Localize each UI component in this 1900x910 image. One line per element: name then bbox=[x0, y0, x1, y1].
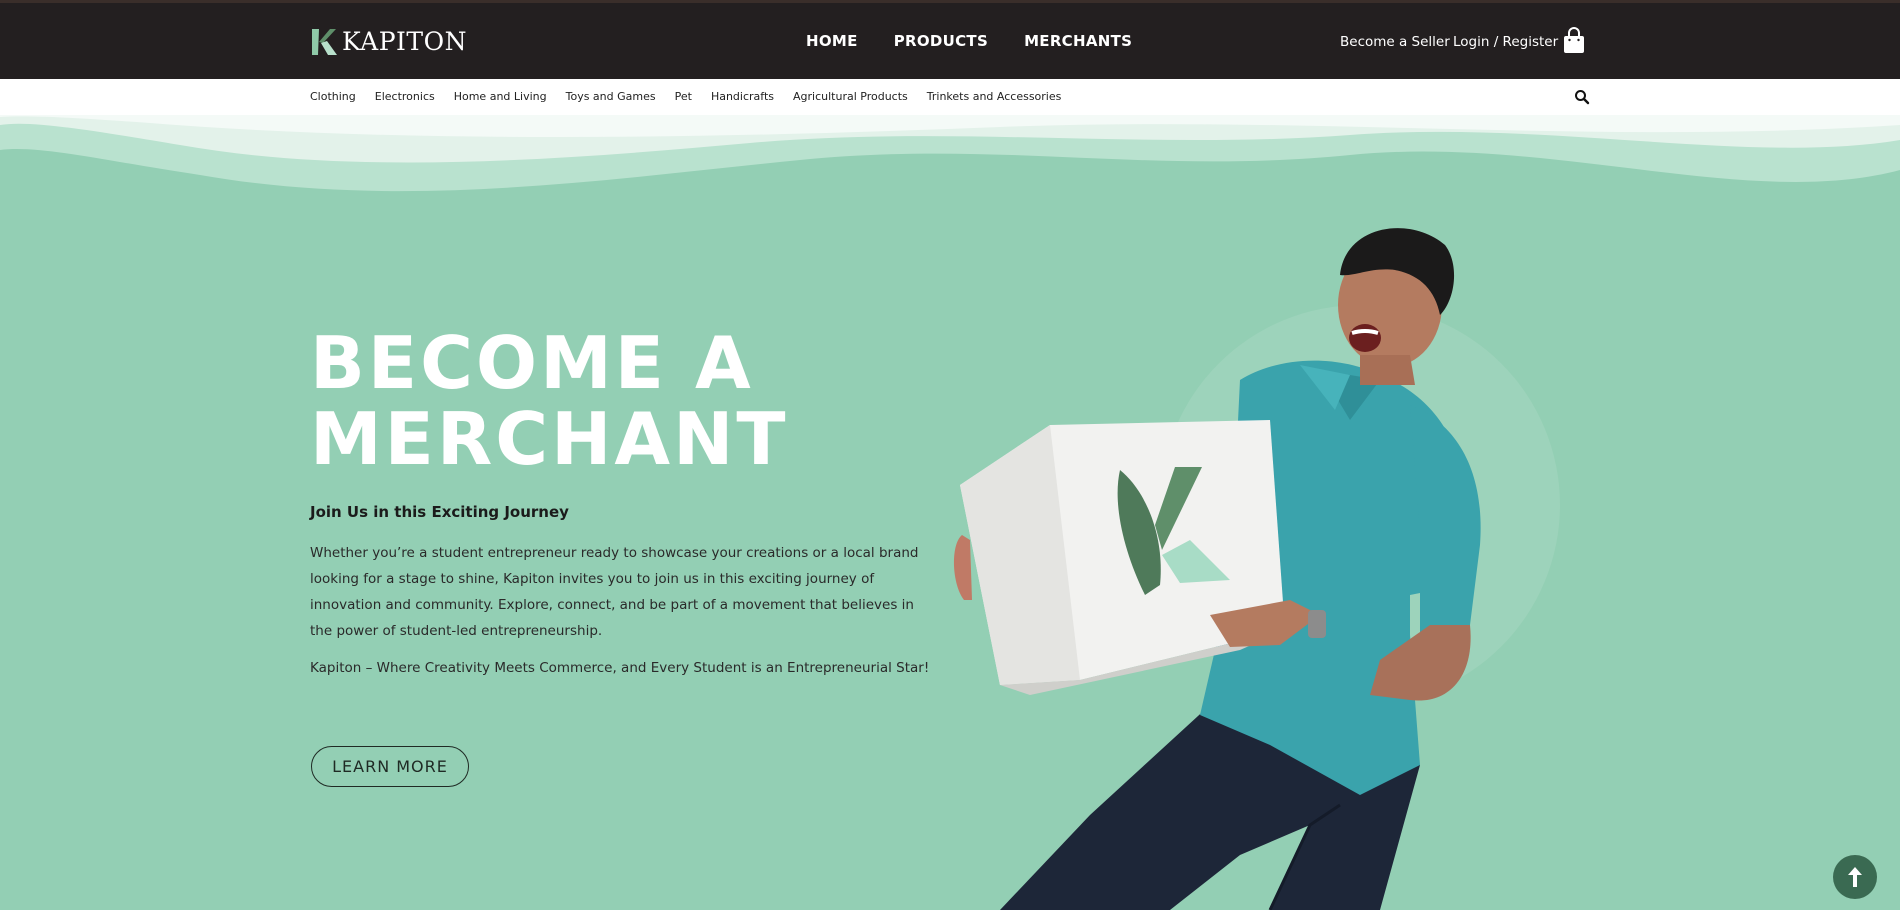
category-bar: Clothing Electronics Home and Living Toy… bbox=[0, 79, 1900, 115]
category-home-and-living[interactable]: Home and Living bbox=[454, 90, 547, 103]
kapiton-logo-icon bbox=[310, 27, 338, 57]
nav-merchants[interactable]: MERCHANTS bbox=[1024, 32, 1132, 50]
category-list: Clothing Electronics Home and Living Toy… bbox=[310, 90, 1080, 103]
shopping-bag-icon[interactable] bbox=[1563, 27, 1585, 54]
hero-title: BECOME A MERCHANT bbox=[310, 325, 870, 477]
merchant-hero-image bbox=[953, 228, 1560, 910]
main-navigation: HOME PRODUCTS MERCHANTS bbox=[806, 32, 1132, 50]
login-register-link[interactable]: Login / Register bbox=[1453, 34, 1558, 50]
become-seller-link[interactable]: Become a Seller bbox=[1340, 34, 1450, 50]
category-agricultural-products[interactable]: Agricultural Products bbox=[793, 90, 908, 103]
category-electronics[interactable]: Electronics bbox=[375, 90, 435, 103]
hero-tagline: Kapiton – Where Creativity Meets Commerc… bbox=[310, 660, 930, 676]
nav-products[interactable]: PRODUCTS bbox=[894, 32, 988, 50]
category-toys-and-games[interactable]: Toys and Games bbox=[566, 90, 656, 103]
category-clothing[interactable]: Clothing bbox=[310, 90, 356, 103]
category-pet[interactable]: Pet bbox=[675, 90, 692, 103]
category-trinkets-and-accessories[interactable]: Trinkets and Accessories bbox=[927, 90, 1062, 103]
category-handicrafts[interactable]: Handicrafts bbox=[711, 90, 774, 103]
hero-title-line-1: BECOME A bbox=[310, 321, 754, 405]
decorative-waves bbox=[0, 115, 1900, 192]
hero-subtitle: Join Us in this Exciting Journey bbox=[310, 503, 569, 521]
search-icon[interactable] bbox=[1574, 89, 1590, 105]
hero-title-line-2: MERCHANT bbox=[310, 397, 789, 481]
brand-logo[interactable]: KAPITON bbox=[310, 27, 467, 57]
arrow-up-icon bbox=[1848, 867, 1862, 887]
top-header: KAPITON HOME PRODUCTS MERCHANTS Become a… bbox=[0, 0, 1900, 79]
learn-more-button[interactable]: LEARN MORE bbox=[311, 746, 469, 787]
brand-name: KAPITON bbox=[342, 27, 467, 56]
nav-home[interactable]: HOME bbox=[806, 32, 858, 50]
scroll-to-top-button[interactable] bbox=[1833, 855, 1877, 899]
hero-paragraph: Whether you’re a student entrepreneur re… bbox=[310, 545, 919, 639]
